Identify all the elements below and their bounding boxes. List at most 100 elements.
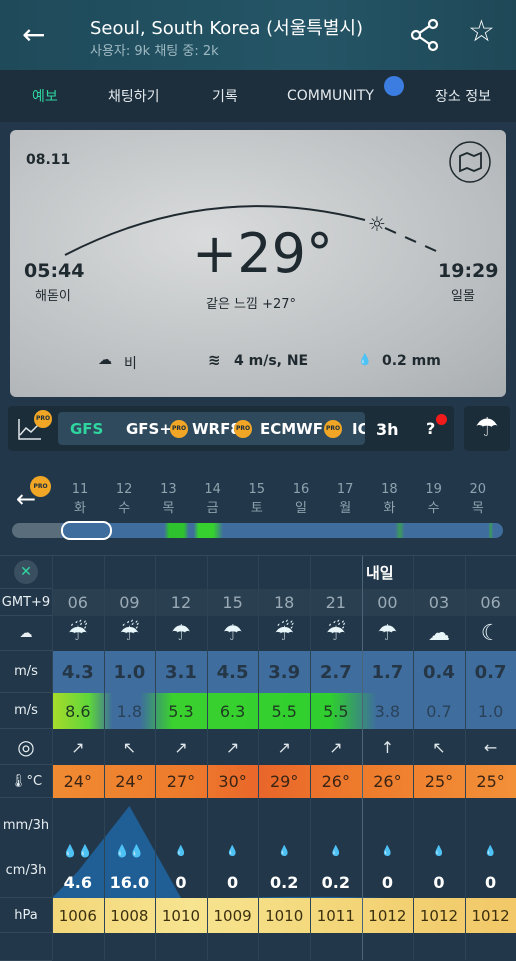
day-tab[interactable]: 11 화 [65, 482, 95, 516]
day-weekday: 수 [427, 501, 440, 516]
raindrop-icon: 💧 [381, 845, 394, 857]
temperature-cell: 24° [115, 772, 144, 791]
tab-community[interactable]: COMMUNITY [287, 88, 374, 104]
sunrise-label: 해돋이 [35, 289, 71, 304]
wind-speed-cell: 1.7 [371, 661, 404, 683]
interval-button[interactable]: 3h [376, 420, 399, 439]
day-tab[interactable]: 18 화 [374, 482, 404, 516]
pressure-cell: 1008 [110, 906, 149, 925]
pro-badge: PRO [34, 410, 52, 428]
day-tab[interactable]: 20 목 [463, 482, 493, 516]
temperature-cell: 30° [218, 772, 247, 791]
pressure-cell: 1009 [213, 906, 252, 925]
day-number: 20 [469, 482, 487, 497]
back-arrow-icon[interactable]: ← [22, 18, 45, 51]
globe-badge-icon [384, 76, 404, 96]
sunrise-time: 05:44 [24, 260, 85, 282]
hour-cell: 03 [428, 593, 450, 612]
hour-cell: 12 [170, 593, 192, 612]
wind-direction-arrow-icon: ↖ [432, 737, 446, 757]
temperature-label: °C [26, 773, 43, 789]
share-icon[interactable] [410, 18, 440, 52]
sunset-label: 일몰 [451, 289, 475, 304]
tab-forecast[interactable]: 예보 [32, 86, 58, 106]
model-icon[interactable]: IC [352, 420, 365, 438]
day-number: 14 [204, 482, 221, 497]
sun-icon: ☼ [368, 212, 386, 236]
temperature-cell: 27° [166, 772, 196, 791]
wind-gust-cell: 6.3 [219, 701, 246, 721]
day-tab[interactable]: 14 금 [198, 482, 228, 516]
raindrop-icon: 💧💧 [62, 844, 93, 858]
day-tab[interactable]: 12 수 [109, 482, 139, 516]
wind-gust-cell: 8.6 [65, 701, 91, 721]
day-number: 15 [248, 482, 266, 497]
temperature-label-cell: 🌡 °C [0, 765, 52, 798]
precip-cm-label: cm/3h [5, 862, 47, 878]
wind-speed-cell: 0.7 [474, 661, 507, 683]
day-number: 12 [115, 482, 133, 497]
help-button[interactable]: ? [426, 419, 435, 438]
empty-label [0, 933, 52, 961]
model-gfs[interactable]: GFS [70, 420, 103, 438]
compass-icon: ◎ [17, 734, 35, 759]
umbrella-button[interactable]: ☂ [464, 406, 510, 451]
wind-direction-arrow-icon: ↖ [122, 737, 137, 757]
pressure-cell: 1010 [161, 906, 201, 925]
pressure-cell: 1012 [419, 906, 459, 925]
day-tab[interactable]: 19 수 [419, 482, 449, 516]
forecast-table: ✕ GMT+9 ☁ m/s m/s ◎ 🌡 °C mm/3h cm/3h hPa 내일 06 ☔ 4.3 8.… [0, 555, 516, 961]
wind-direction-legend: ◎ [0, 729, 52, 765]
light-rain-icon: ☂ [222, 621, 243, 646]
wind-speed-cell: 4.3 [61, 661, 94, 683]
precipitation-cell: 4.6 [63, 872, 92, 892]
tab-history[interactable]: 기록 [212, 86, 238, 106]
pressure-cell: 1011 [316, 906, 355, 925]
day-number: 18 [381, 482, 398, 497]
weather-legend-icon: ☁ [0, 616, 52, 651]
precipitation-cell: 0 [175, 872, 187, 892]
day-tab[interactable]: 16 일 [286, 482, 316, 516]
precipitation-cell: 0 [227, 872, 239, 892]
day-weekday: 화 [383, 501, 396, 516]
raindrop-icon: 💧 [329, 845, 343, 857]
day-tab[interactable]: 13 목 [153, 482, 183, 516]
model-bar: PRO GFS GFS+ PRO WRF8 PRO ECMWF PRO IC 3… [8, 406, 454, 451]
day-number: 11 [71, 482, 89, 497]
wind-text: 4 m/s, NE [234, 353, 309, 369]
precipitation-cell: 0 [433, 872, 445, 892]
pressure-cell: 1006 [58, 906, 97, 925]
temperature-cell: 24° [63, 772, 92, 791]
temperature-cell: 26° [373, 772, 402, 791]
day-weekday: 목 [162, 501, 175, 516]
day-number: 13 [160, 482, 177, 497]
hour-cell: 21 [325, 593, 346, 612]
raindrop-icon: 💧 [484, 845, 497, 857]
day-tab[interactable]: 15 토 [242, 482, 272, 516]
heavy-rain-icon: ☔ [274, 621, 295, 646]
precipitation-cell: 0.2 [270, 872, 299, 892]
day-weekday: 수 [118, 501, 131, 516]
timeline-selection-handle[interactable] [61, 521, 112, 540]
favorite-star-icon[interactable]: ☆ [468, 14, 495, 49]
tab-place-info[interactable]: 장소 정보 [435, 86, 491, 106]
wind-gust-cell: 1.0 [477, 701, 504, 721]
wind-direction-arrow-icon: ↗ [225, 737, 240, 757]
precip-mm-label: mm/3h [2, 817, 50, 833]
tab-chat[interactable]: 채팅하기 [108, 86, 160, 106]
wind-gust-cell: 5.3 [168, 701, 194, 721]
wind-gust-label: m/s [0, 693, 52, 729]
wind-direction-arrow-icon: ↗ [329, 737, 343, 757]
day-tab[interactable]: 17 월 [330, 482, 360, 516]
model-gfs-plus[interactable]: GFS+ [126, 420, 172, 438]
wind-speed-cell: 3.9 [268, 661, 301, 683]
pressure-cell: 1012 [471, 906, 510, 925]
precipitation-cell: 0 [485, 872, 497, 892]
raindrop-icon: 💧 [277, 845, 291, 857]
temperature-cell: 25° [424, 772, 454, 791]
model-ecmwf[interactable]: ECMWF [260, 420, 323, 438]
close-icon[interactable]: ✕ [14, 560, 38, 584]
raindrop-icon: 💧 [174, 845, 188, 857]
model-selector: GFS GFS+ PRO WRF8 PRO ECMWF PRO IC [58, 412, 365, 445]
day-number: 16 [292, 482, 310, 497]
